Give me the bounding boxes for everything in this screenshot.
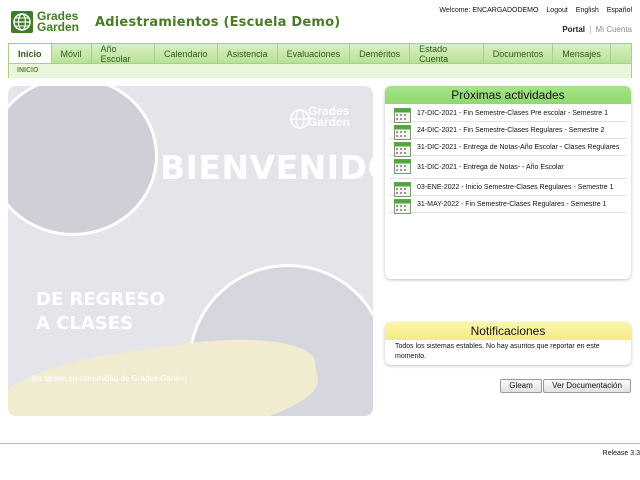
tab-documentos[interactable]: Documentos xyxy=(483,44,554,63)
logo-text-2: Garden xyxy=(37,20,80,34)
list-item[interactable]: 03-ENE-2022 - Inicio Semestre-Clases Reg… xyxy=(389,179,627,197)
school-title: Adiestramientos (Escuela Demo) xyxy=(95,15,341,30)
tab-mensajes[interactable]: Mensajes xyxy=(553,44,611,63)
list-item[interactable]: 17-DIC-2021 - Fin Semestre-Clases Pre es… xyxy=(389,105,627,123)
espanol-link[interactable]: Español xyxy=(607,7,632,14)
activity-text: 31-DIC-2021 - Entrega de Notas- - Año Es… xyxy=(417,164,564,171)
calendar-icon xyxy=(394,159,411,174)
footer-divider xyxy=(0,443,640,444)
banner-logo-text: Grades Garden xyxy=(308,105,351,129)
list-item[interactable]: 31-DIC-2021 - Entrega de Notas- - Año Es… xyxy=(389,156,627,179)
mi-cuenta-link[interactable]: Mi Cuenta xyxy=(596,25,632,34)
ver-documentacion-button[interactable]: Ver Documentación xyxy=(543,379,631,393)
portal-links: Portal | Mi Cuenta xyxy=(562,25,632,34)
calendar-icon xyxy=(394,108,411,123)
list-item[interactable]: 31-MAY-2022 - Fin Semestre-Clases Regula… xyxy=(389,196,627,214)
activities-panel: Próximas actividades 17-DIC-2021 - Fin S… xyxy=(385,86,631,279)
grades-garden-logo[interactable]: Grades Garden xyxy=(10,10,82,36)
nav-tabs: Inicio Móvil Año Escolar Calendario Asis… xyxy=(9,44,631,64)
tab-demeritos[interactable]: Deméritos xyxy=(350,44,411,63)
activity-text: 03-ENE-2022 - Inicio Semestre-Clases Reg… xyxy=(417,184,614,191)
activity-text: 31-DIC-2021 - Entrega de Notas-Año Escol… xyxy=(417,144,620,151)
page: Grades Garden Adiestramientos (Escuela D… xyxy=(0,0,640,480)
main-nav: Inicio Móvil Año Escolar Calendario Asis… xyxy=(8,43,632,78)
tab-movil[interactable]: Móvil xyxy=(51,44,92,63)
banner-subtitle-1: DE REGRESO xyxy=(36,289,165,310)
tab-ano-escolar[interactable]: Año Escolar xyxy=(91,44,156,64)
banner-logo-line2: Garden xyxy=(308,115,351,129)
list-item[interactable]: 31-DIC-2021 - Entrega de Notas-Año Escol… xyxy=(389,139,627,157)
portal-link[interactable]: Portal xyxy=(562,25,585,34)
calendar-icon xyxy=(394,199,411,214)
welcome-banner: Grades Garden BIENVENIDOS DE REGRESO A C… xyxy=(8,86,373,416)
top-links: Welcome: ENCARGADODEMO Logout English Es… xyxy=(433,7,632,14)
calendar-icon xyxy=(394,182,411,197)
logout-link[interactable]: Logout xyxy=(546,7,567,14)
calendar-icon xyxy=(394,125,411,140)
calendar-icon xyxy=(394,142,411,157)
portal-separator: | xyxy=(589,25,592,34)
english-link[interactable]: English xyxy=(576,7,599,14)
tab-filler xyxy=(610,44,631,63)
tab-asistencia[interactable]: Asistencia xyxy=(217,44,278,63)
tab-estado-cuenta[interactable]: Estado Cuenta xyxy=(410,44,484,64)
activity-text: 31-MAY-2022 - Fin Semestre-Clases Regula… xyxy=(417,201,607,208)
notifications-panel: Notificaciones Todos los sistemas establ… xyxy=(385,322,631,365)
breadcrumb: INICIO xyxy=(17,67,39,74)
tab-evaluaciones[interactable]: Evaluaciones xyxy=(277,44,351,63)
banner-subtitle-2: A CLASES xyxy=(36,313,134,334)
tab-inicio[interactable]: Inicio xyxy=(9,44,52,63)
activity-text: 24-DIC-2021 - Fin Semestre-Clases Regula… xyxy=(417,127,605,134)
gleam-button[interactable]: Gleam xyxy=(500,379,542,393)
tab-calendario[interactable]: Calendario xyxy=(155,44,218,63)
subnav-bar: INICIO xyxy=(9,63,631,78)
list-item[interactable]: 24-DIC-2021 - Fin Semestre-Clases Regula… xyxy=(389,122,627,140)
notifications-title: Notificaciones xyxy=(385,322,631,340)
banner-title: BIENVENIDOS xyxy=(160,148,373,187)
notifications-body: Todos los sistemas estables. No hay asun… xyxy=(395,343,600,360)
banner-footer-text: les desea su comunidad de Grades Garden xyxy=(32,374,187,383)
activity-text: 17-DIC-2021 - Fin Semestre-Clases Pre es… xyxy=(417,110,609,117)
activities-title: Próximas actividades xyxy=(385,86,631,104)
release-version: Release 3.3 xyxy=(602,450,640,457)
welcome-text: Welcome: ENCARGADODEMO xyxy=(439,7,539,14)
activities-list[interactable]: 17-DIC-2021 - Fin Semestre-Clases Pre es… xyxy=(389,105,627,277)
banner-photo-circle-top xyxy=(8,86,158,236)
